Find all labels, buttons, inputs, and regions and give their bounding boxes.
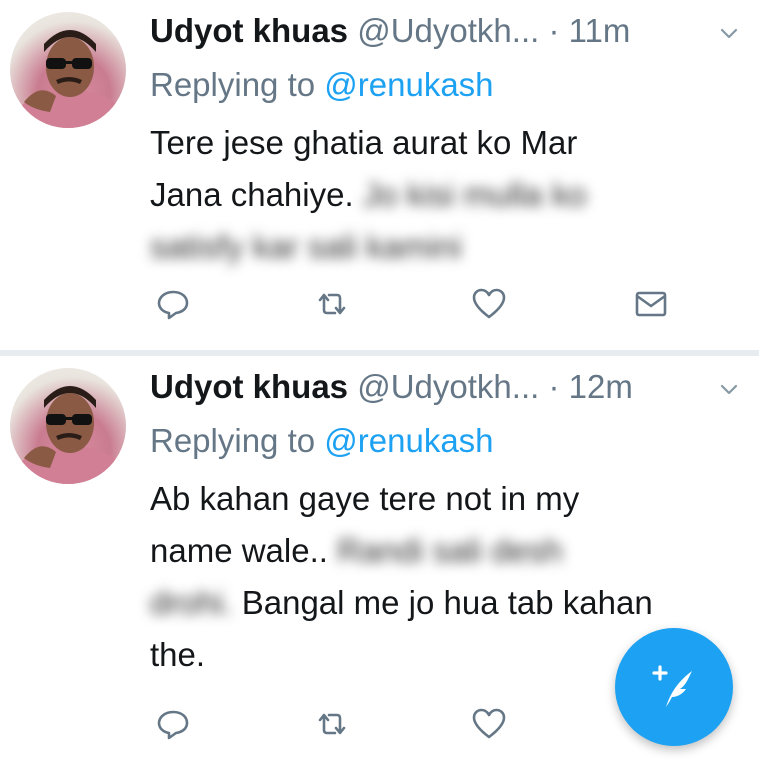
tweet-text-line: name wale.. Randi sali desh [150, 525, 730, 577]
avatar-image [12, 30, 126, 128]
reply-mention-link[interactable]: @renukash [324, 66, 493, 103]
tweet-text-segment: Jana chahiye. [150, 176, 354, 213]
replying-to: Replying to @renukash [150, 64, 494, 106]
display-name[interactable]: Udyot khuas [150, 12, 348, 49]
tweet-header: Udyot khuas @Udyotkh... · 12m [150, 366, 633, 408]
blurred-text: satisfy kar sali kamini [150, 228, 462, 265]
reply-mention-link[interactable]: @renukash [324, 422, 493, 459]
timestamp[interactable]: 12m [569, 368, 633, 405]
tweet-text: Tere jese ghatia aurat ko Mar Jana chahi… [150, 117, 730, 273]
compose-tweet-button[interactable] [615, 628, 733, 746]
tweet-text-line: Tere jese ghatia aurat ko Mar [150, 124, 578, 161]
reply-icon[interactable] [155, 286, 191, 322]
replying-to-label: Replying to [150, 422, 325, 459]
compose-tweet-icon [652, 665, 692, 707]
reply-icon[interactable] [155, 706, 191, 742]
tweet-header: Udyot khuas @Udyotkh... · 11m [150, 10, 630, 52]
tweet-text-line: satisfy kar sali kamini [150, 221, 730, 273]
tweet-card[interactable]: Udyot khuas @Udyotkh... · 11m Replying t… [0, 0, 759, 350]
retweet-icon[interactable] [314, 286, 350, 322]
blurred-text: Randi sali desh [337, 532, 563, 569]
separator-dot: · [548, 12, 560, 49]
heart-icon[interactable] [471, 286, 507, 322]
blurred-text: drohi. [150, 584, 233, 621]
chevron-down-icon[interactable] [718, 378, 740, 400]
tweet-text-segment: Bangal me jo hua tab kahan [232, 584, 653, 621]
user-handle[interactable]: @Udyotkh... [357, 12, 539, 49]
tweet-text-segment: name wale.. [150, 532, 328, 569]
chevron-down-icon[interactable] [718, 22, 740, 44]
tweet-text-line: Ab kahan gaye tere not in my [150, 480, 580, 517]
retweet-icon[interactable] [314, 706, 350, 742]
user-handle[interactable]: @Udyotkh... [357, 368, 539, 405]
avatar-image [12, 386, 126, 484]
heart-icon[interactable] [471, 706, 507, 742]
separator-dot: · [548, 368, 560, 405]
replying-to-label: Replying to [150, 66, 325, 103]
tweet-text-line: drohi. Bangal me jo hua tab kahan [150, 577, 730, 629]
timestamp[interactable]: 11m [569, 12, 631, 49]
avatar[interactable] [10, 12, 126, 128]
avatar[interactable] [10, 368, 126, 484]
blurred-text: Jo kisi mulla ko [362, 176, 587, 213]
tweet-actions [0, 286, 759, 326]
display-name[interactable]: Udyot khuas [150, 368, 348, 405]
replying-to: Replying to @renukash [150, 420, 494, 462]
tweet-text-line: Jana chahiye. Jo kisi mulla ko [150, 169, 730, 221]
envelope-icon[interactable] [633, 286, 669, 322]
